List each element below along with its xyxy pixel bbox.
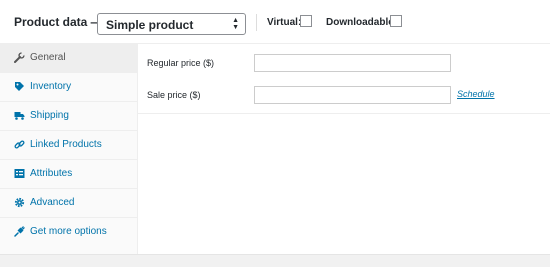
tab-attributes[interactable]: Attributes bbox=[0, 160, 137, 189]
wrench-icon bbox=[14, 52, 25, 63]
product-type-value: Simple product bbox=[106, 18, 194, 32]
tab-label: General bbox=[30, 52, 66, 63]
sale-price-label: Sale price ($) bbox=[147, 90, 201, 100]
product-data-panel: Product data — Simple product ▲ ▼ Virtual… bbox=[0, 0, 550, 255]
list-icon bbox=[14, 169, 25, 178]
tab-general[interactable]: General bbox=[0, 44, 137, 73]
tab-get-more-options[interactable]: Get more options bbox=[0, 218, 137, 247]
downloadable-checkbox[interactable] bbox=[390, 15, 402, 27]
tab-label: Shipping bbox=[30, 110, 69, 121]
gear-icon bbox=[14, 197, 25, 208]
virtual-label: Virtual: bbox=[267, 17, 302, 28]
sale-price-input[interactable] bbox=[254, 86, 451, 104]
tab-label: Advanced bbox=[30, 197, 75, 208]
fields-divider bbox=[138, 113, 550, 114]
regular-price-label: Regular price ($) bbox=[147, 58, 215, 68]
tab-linked-products[interactable]: Linked Products bbox=[0, 131, 137, 160]
tag-icon bbox=[15, 82, 24, 91]
tab-label: Attributes bbox=[30, 168, 73, 179]
regular-price-input[interactable] bbox=[254, 54, 451, 72]
tab-label: Inventory bbox=[30, 81, 72, 92]
plugin-icon bbox=[14, 226, 25, 237]
truck-icon bbox=[14, 112, 25, 120]
tab-shipping[interactable]: Shipping bbox=[0, 102, 137, 131]
up-down-arrows-icon: ▲ ▼ bbox=[232, 17, 239, 31]
tab-inventory[interactable]: Inventory bbox=[0, 73, 137, 102]
link-icon bbox=[14, 140, 25, 149]
virtual-checkbox[interactable] bbox=[300, 15, 312, 27]
downloadable-label: Downloadable: bbox=[326, 17, 398, 28]
tab-advanced[interactable]: Advanced bbox=[0, 189, 137, 218]
panel-title: Product data — bbox=[14, 15, 103, 29]
tab-label: Get more options bbox=[30, 226, 107, 237]
product-data-header: Product data — Simple product ▲ ▼ Virtual… bbox=[0, 0, 550, 44]
header-divider bbox=[256, 14, 257, 31]
schedule-link[interactable]: Schedule bbox=[457, 89, 495, 99]
product-data-tabs: General Inventory Shipping Linked Produc… bbox=[0, 44, 138, 254]
product-type-select[interactable]: Simple product ▲ ▼ bbox=[97, 13, 246, 35]
tab-label: Linked Products bbox=[30, 139, 102, 150]
